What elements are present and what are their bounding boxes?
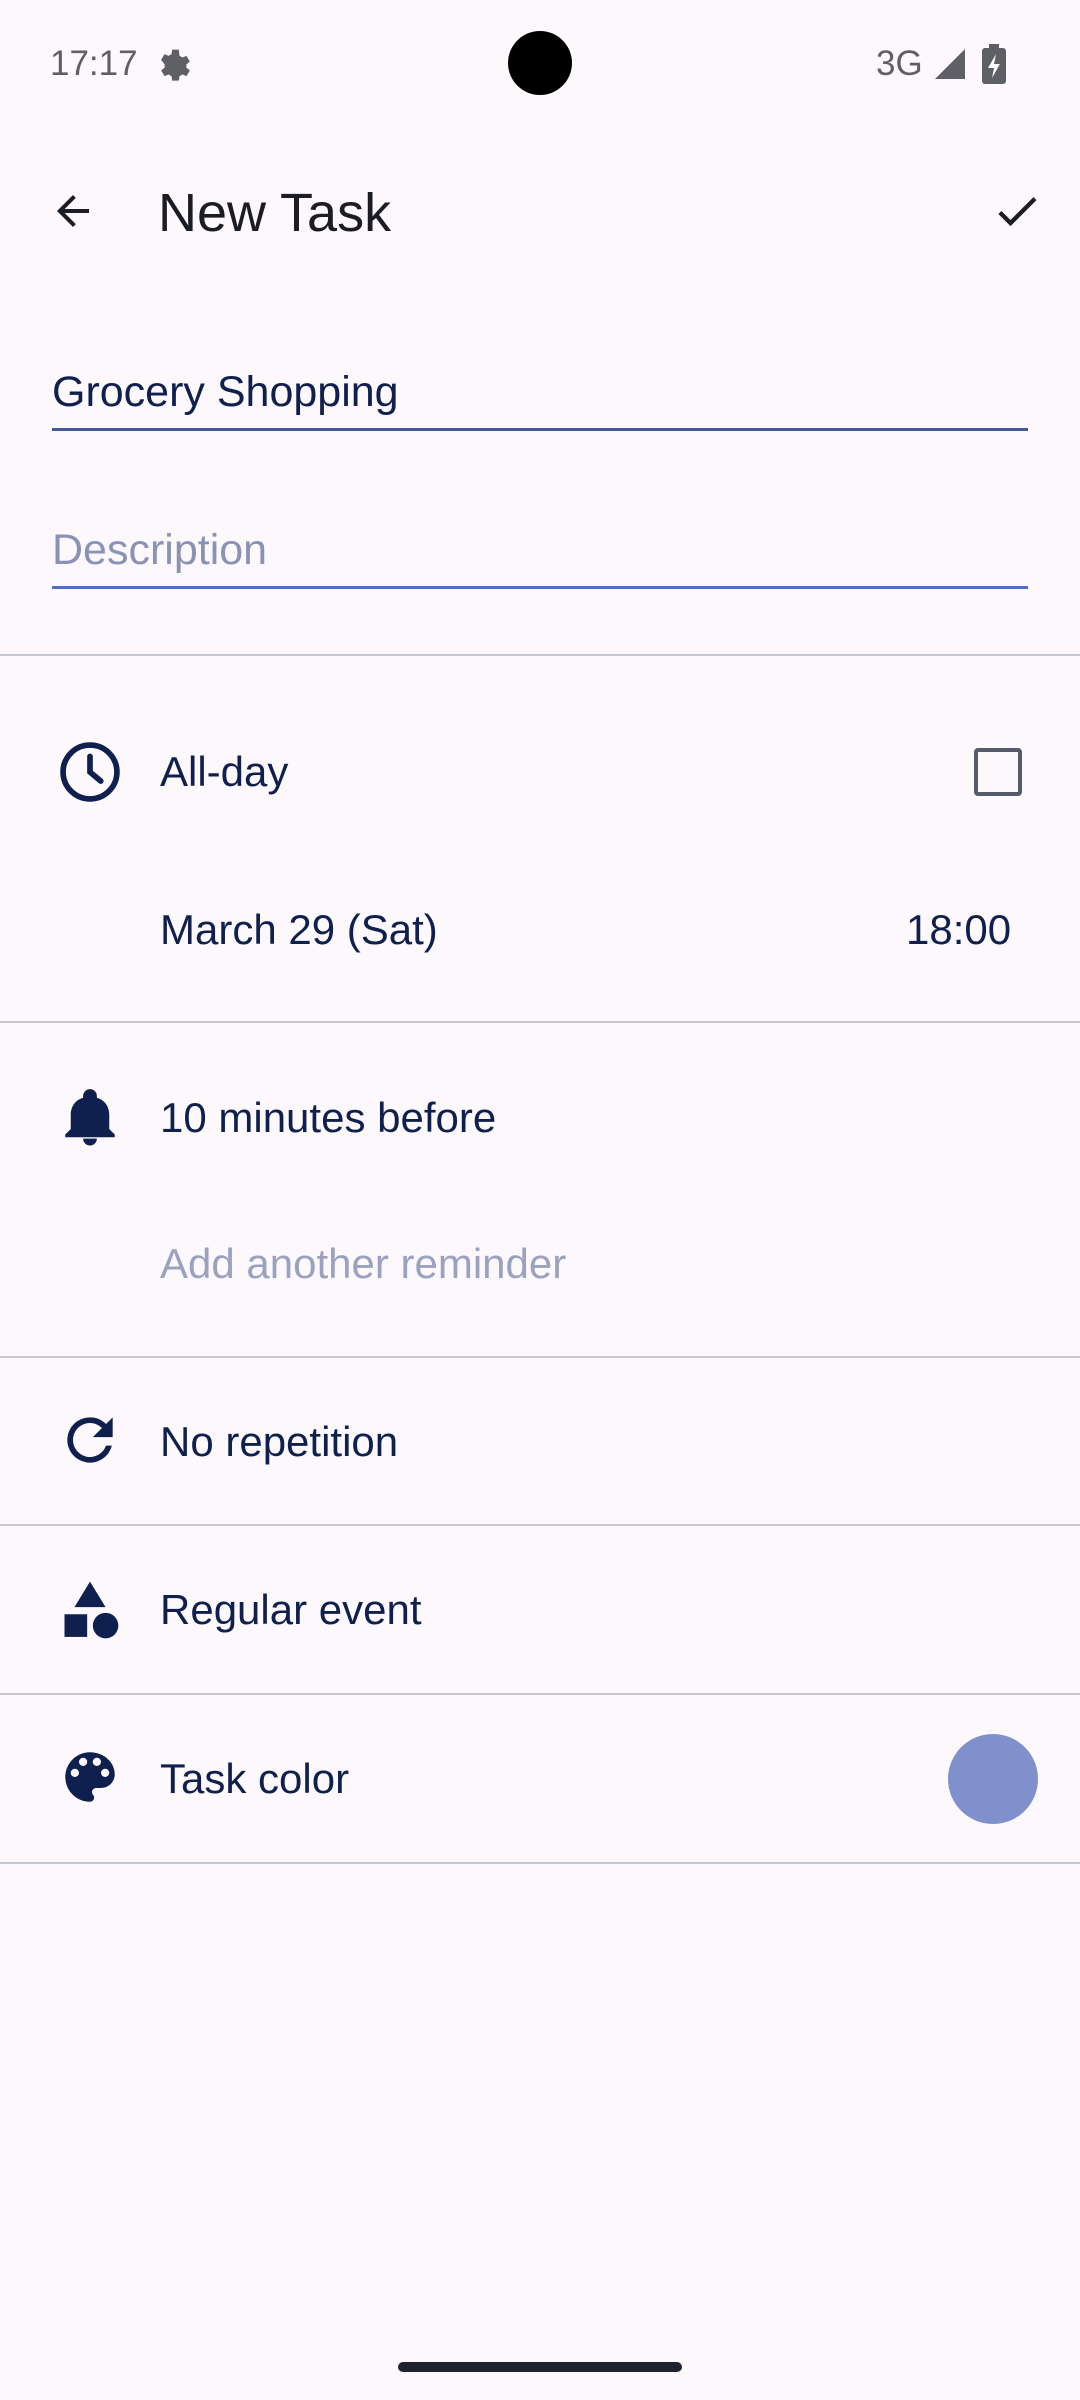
signal-icon: [935, 49, 965, 79]
back-button[interactable]: [42, 180, 104, 242]
battery-charging-icon: [982, 44, 1006, 84]
status-time: 17:17: [50, 44, 138, 83]
add-reminder-button[interactable]: Add another reminder: [160, 1240, 566, 1288]
repeat-icon: [54, 1404, 126, 1476]
description-field[interactable]: Description: [52, 520, 1028, 589]
reminder-item: 10 minutes before: [160, 1094, 497, 1141]
arrow-back-icon: [57, 195, 89, 227]
task-color-label: Task color: [160, 1755, 350, 1802]
check-icon: [998, 197, 1037, 227]
task-title-value: Grocery Shopping: [52, 368, 399, 416]
divider: [0, 1862, 1080, 1864]
date-picker[interactable]: March 29 (Sat): [160, 906, 438, 954]
divider: [0, 1021, 1080, 1023]
status-bar: 17:17 3G: [0, 0, 1080, 130]
description-placeholder: Description: [52, 526, 268, 574]
reminder-row[interactable]: 10 minutes before: [0, 1060, 1080, 1180]
repetition-label: No repetition: [160, 1418, 399, 1465]
page-title: New Task: [158, 183, 392, 243]
repetition-row[interactable]: No repetition: [0, 1358, 1080, 1524]
bell-icon: [54, 1082, 126, 1154]
clock-icon: [54, 736, 126, 808]
task-color-row[interactable]: Task color: [0, 1695, 1080, 1861]
all-day-checkbox[interactable]: [974, 748, 1022, 796]
time-picker[interactable]: 18:00: [906, 906, 1011, 954]
event-type-row[interactable]: Regular event: [0, 1526, 1080, 1692]
shapes-icon: [54, 1574, 126, 1646]
all-day-row[interactable]: All-day: [0, 712, 1080, 832]
palette-icon: [54, 1741, 126, 1813]
all-day-label: All-day: [160, 748, 289, 795]
divider: [0, 654, 1080, 656]
task-color-swatch[interactable]: [948, 1734, 1038, 1824]
task-title-field[interactable]: Grocery Shopping: [52, 362, 1028, 431]
gear-icon: [161, 49, 190, 81]
save-button[interactable]: [986, 180, 1048, 242]
network-type: 3G: [876, 44, 923, 83]
event-type-label: Regular event: [160, 1586, 422, 1633]
camera-cutout: [508, 31, 572, 95]
gesture-nav-handle: [398, 2362, 682, 2372]
